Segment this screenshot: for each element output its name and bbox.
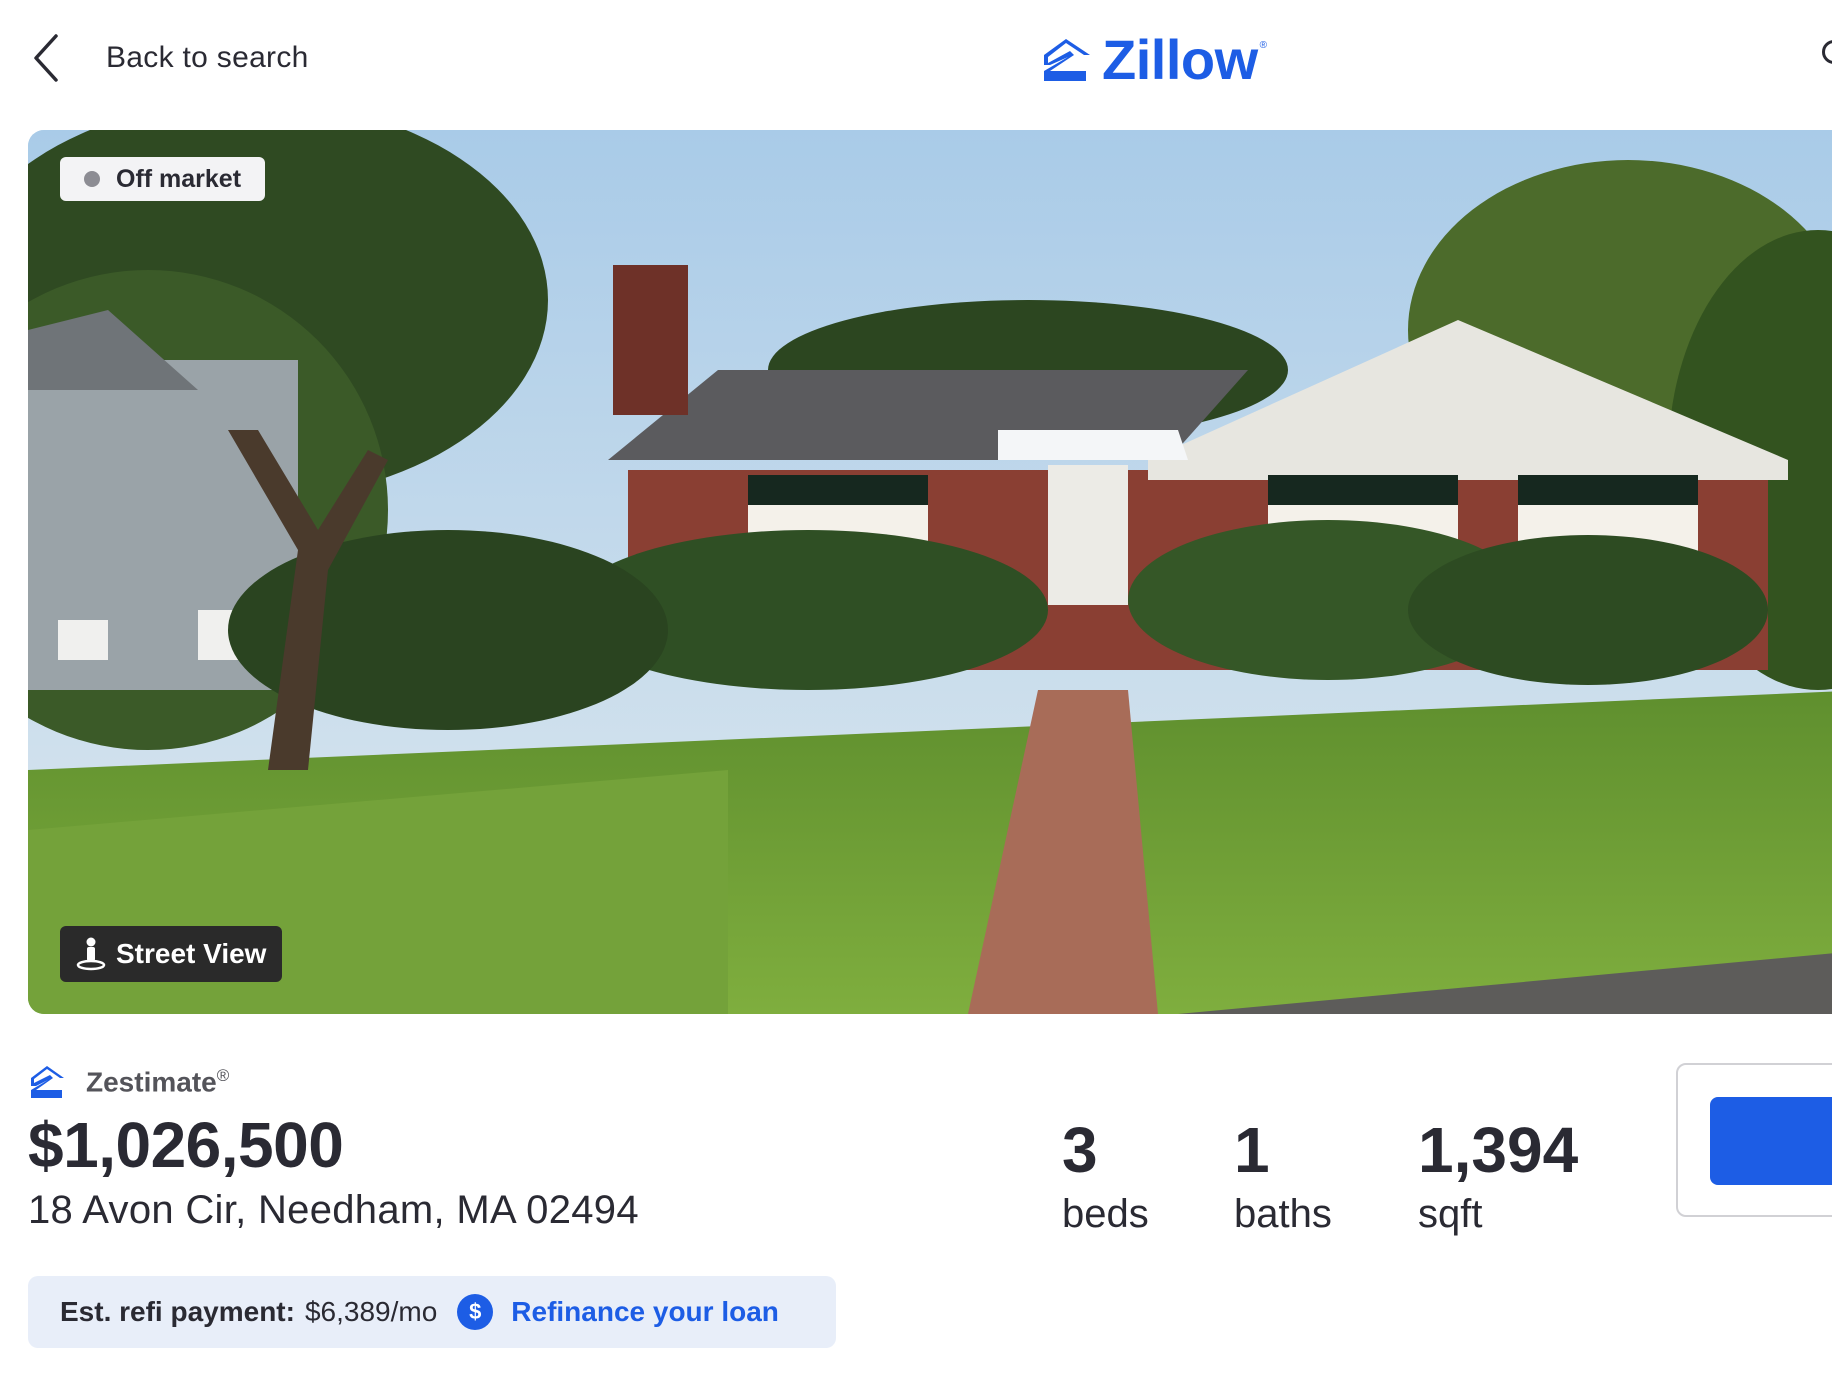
search-icon[interactable]: [1822, 40, 1832, 64]
zillow-logo-icon: [1044, 39, 1090, 81]
baths-value: 1: [1234, 1114, 1270, 1186]
refinance-loan-link[interactable]: Refinance your loan: [511, 1296, 779, 1328]
zestimate-price: $1,026,500: [28, 1109, 344, 1181]
zillow-logo[interactable]: Zillow ®: [1040, 30, 1267, 90]
beds-stat: 3 beds: [1062, 1110, 1149, 1238]
top-bar: Back to search Zillow ®: [0, 0, 1832, 120]
contact-agent-button[interactable]: [1710, 1097, 1832, 1185]
beds-label: beds: [1062, 1192, 1149, 1236]
pegman-icon: [76, 937, 106, 971]
property-address: 18 Avon Cir, Needham, MA 02494: [28, 1188, 639, 1232]
dollar-icon: $: [457, 1294, 494, 1330]
zestimate-label: Zestimate®: [86, 1065, 230, 1098]
zillow-logo-text: Zillow: [1102, 28, 1258, 91]
sqft-value: 1,394: [1418, 1114, 1579, 1186]
refi-payment-label: Est. refi payment:: [60, 1296, 295, 1327]
sqft-stat: 1,394 sqft: [1418, 1110, 1578, 1238]
contact-card: [1676, 1063, 1832, 1217]
refi-banner: Est. refi payment: $6,389/mo $ Refinance…: [28, 1276, 836, 1348]
beds-value: 3: [1062, 1114, 1098, 1186]
status-badge: Off market: [60, 157, 266, 201]
refi-payment-value: $6,389/mo: [304, 1296, 438, 1327]
street-view-label: Street View: [116, 938, 267, 969]
status-badge-label: Off market: [116, 164, 242, 193]
house-photo: [28, 130, 1832, 1014]
street-view-button[interactable]: Street View: [60, 926, 283, 982]
sqft-label: sqft: [1418, 1192, 1483, 1236]
chevron-left-icon: [34, 34, 58, 82]
baths-stat: 1 baths: [1234, 1110, 1332, 1238]
baths-label: baths: [1234, 1192, 1332, 1236]
registered-mark: ®: [1259, 40, 1268, 51]
status-dot-icon: [84, 171, 100, 187]
back-to-search-label: Back to search: [106, 41, 309, 74]
listing-photo[interactable]: Off market Street View: [28, 130, 1832, 1014]
back-to-search-button[interactable]: Back to search: [30, 28, 309, 88]
zestimate-header: Zestimate®: [28, 1060, 229, 1104]
zillow-mini-logo-icon: [31, 1066, 64, 1098]
